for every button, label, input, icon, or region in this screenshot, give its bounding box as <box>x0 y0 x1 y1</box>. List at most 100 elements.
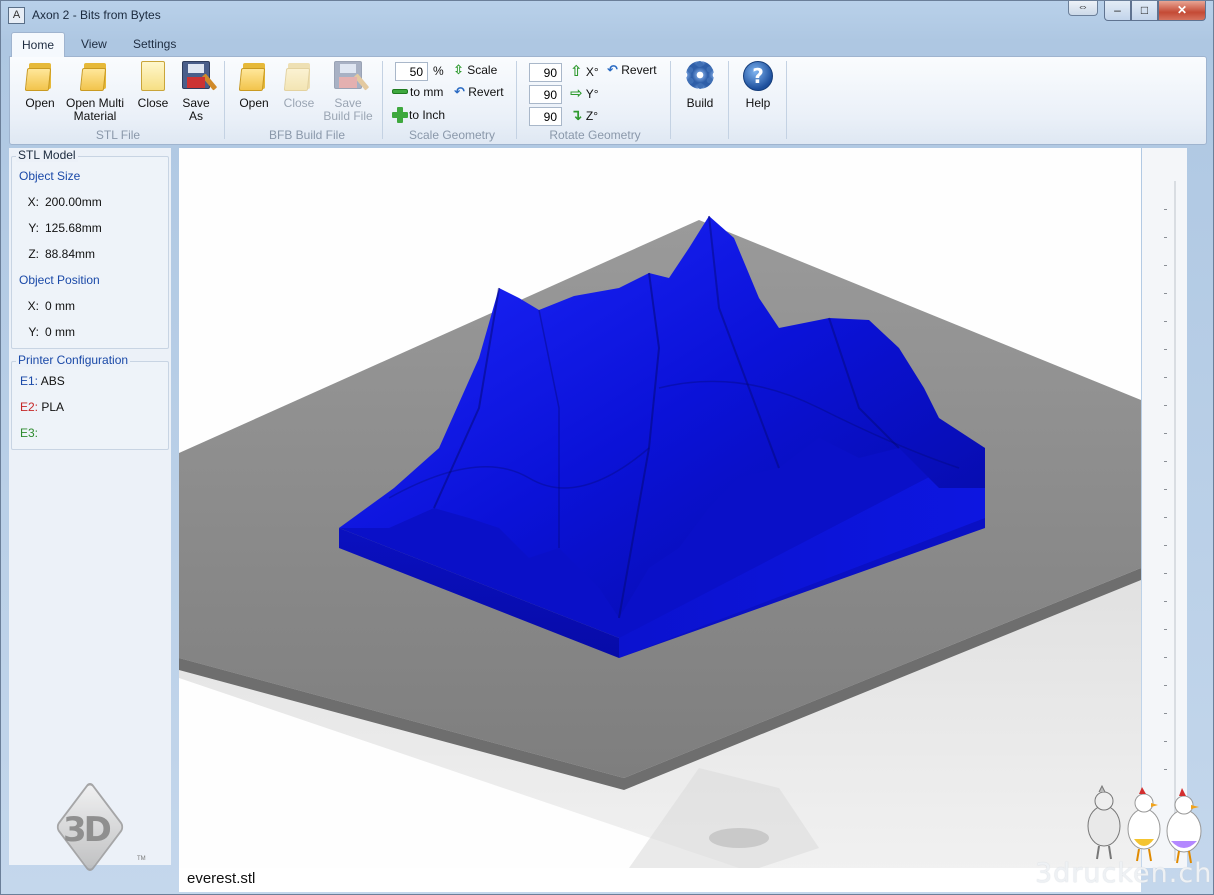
ribbon: Home View Settings Open Open Multi Mater… <box>9 32 1207 145</box>
stl-open-label: Open <box>25 96 55 110</box>
percent-sign: % <box>433 64 444 78</box>
build-label: Build <box>686 96 714 110</box>
scale-button[interactable]: ⇳ Scale <box>453 63 497 83</box>
app-logo-icon: A <box>8 7 25 24</box>
rotate-y-input[interactable] <box>529 85 562 104</box>
scene-render <box>179 215 1141 868</box>
help-label: Help <box>745 96 771 110</box>
restore-arrows-icon[interactable]: ⇔ <box>1068 1 1098 16</box>
undo-arrow-icon: ↶ <box>607 63 618 78</box>
rotate-group-label: Rotate Geometry <box>549 128 641 142</box>
app-window: A Axon 2 - Bits from Bytes ⇔ – □ ✕ Home … <box>0 0 1214 895</box>
rotate-z-input[interactable] <box>529 107 562 126</box>
rotate-revert-label: Revert <box>621 63 657 77</box>
folder-icon <box>238 61 268 91</box>
properties-panel: STL Model Object Size X: 200.00mm Y: 125.6… <box>9 148 171 874</box>
extruder-1-value: ABS <box>40 374 65 388</box>
size-x-value: 200.00mm <box>45 195 102 209</box>
help-button[interactable]: ? Help <box>736 61 780 110</box>
arrow-turn-icon: ↴ <box>570 106 583 124</box>
extruder-2-row: E2: PLA <box>20 400 65 414</box>
size-y-row: Y: 125.68mm <box>28 221 102 235</box>
to-inch-label: to Inch <box>409 108 446 122</box>
3d-systems-logo: 3D TM <box>49 780 146 874</box>
tab-home[interactable]: Home <box>11 32 66 57</box>
gears-icon <box>686 61 714 89</box>
ribbon-home-panel: Open Open Multi Material Close Save As S… <box>9 56 1207 145</box>
save-as-label-2: As <box>188 109 203 123</box>
help-icon: ? <box>743 61 773 91</box>
zoom-slider-track[interactable] <box>1142 148 1187 868</box>
chicken-mascots-image <box>1087 784 1202 864</box>
open-multi-label-2: Material <box>73 109 117 123</box>
stl-save-as-button[interactable]: Save As <box>176 61 218 123</box>
object-position-heading: Object Position <box>19 273 100 287</box>
zoom-slider-rule[interactable] <box>1174 181 1176 861</box>
pos-x-value: 0 mm <box>45 299 75 313</box>
plus-icon <box>392 107 408 123</box>
bfb-group-label: BFB Build File <box>268 128 346 142</box>
stl-model-heading: STL Model <box>16 148 78 162</box>
stl-open-button[interactable]: Open <box>18 61 62 110</box>
rotate-z-label: Z° <box>585 109 599 123</box>
status-file-name: everest.stl <box>187 870 256 887</box>
scale-percent-input[interactable] <box>395 62 428 81</box>
size-z-row: Z: 88.84mm <box>28 247 96 261</box>
floppy-disk-icon <box>334 61 370 91</box>
status-bar <box>179 868 1141 892</box>
scale-group-label: Scale Geometry <box>408 128 496 142</box>
to-mm-label: to mm <box>410 85 444 99</box>
to-mm-button[interactable]: to mm <box>392 85 443 105</box>
rotate-z-button[interactable]: ↴ Z° <box>570 106 598 126</box>
stl-close-button[interactable]: Close <box>132 61 174 110</box>
undo-arrow-icon: ↶ <box>454 85 465 100</box>
pos-y-value: 0 mm <box>45 325 75 339</box>
close-button[interactable]: ✕ <box>1158 1 1206 21</box>
scale-revert-button[interactable]: ↶ Revert <box>454 85 504 105</box>
size-x-row: X: 200.00mm <box>27 195 102 209</box>
3d-viewport[interactable] <box>179 148 1141 868</box>
stl-open-multi-material-button[interactable]: Open Multi Material <box>62 61 128 123</box>
bfb-save-build-file-button[interactable]: Save Build File <box>320 61 376 123</box>
chicken-purple-figure <box>1166 788 1202 864</box>
bfb-close-button[interactable]: Close <box>278 61 320 110</box>
to-inch-button[interactable]: to Inch <box>392 107 445 127</box>
tab-view[interactable]: View <box>71 32 117 56</box>
tab-settings[interactable]: Settings <box>123 32 186 56</box>
group-divider <box>670 61 671 139</box>
group-divider <box>728 61 729 139</box>
build-button[interactable]: Build <box>680 61 720 110</box>
printer-config-heading: Printer Configuration <box>16 353 131 367</box>
minus-icon <box>392 89 408 94</box>
object-size-heading: Object Size <box>19 169 81 183</box>
chicken-yellow-figure <box>1127 787 1161 862</box>
rotate-x-label: X° <box>585 65 599 79</box>
floppy-disk-icon <box>182 61 218 91</box>
group-divider <box>224 61 225 139</box>
bfb-open-label: Open <box>239 96 269 110</box>
bfb-close-label: Close <box>283 96 315 110</box>
pos-x-row: X: 0 mm <box>27 299 75 313</box>
pos-y-row: Y: 0 mm <box>28 325 75 339</box>
folder-icon <box>283 61 313 91</box>
rotate-revert-button[interactable]: ↶ Revert <box>607 63 657 83</box>
scale-revert-label: Revert <box>468 85 504 99</box>
group-divider <box>516 61 517 139</box>
arrow-up-icon: ⇧ <box>570 62 583 80</box>
rotate-y-label: Y° <box>585 87 599 101</box>
group-divider <box>382 61 383 139</box>
rotate-y-button[interactable]: ⇨ Y° <box>570 84 599 104</box>
size-y-value: 125.68mm <box>45 221 102 235</box>
maximize-button[interactable]: □ <box>1131 1 1158 21</box>
rotate-x-button[interactable]: ⇧ X° <box>570 62 599 82</box>
bfb-open-button[interactable]: Open <box>232 61 276 110</box>
document-icon <box>141 61 165 91</box>
save-build-label-2: Build File <box>323 109 373 123</box>
minimize-button[interactable]: – <box>1104 1 1131 21</box>
watermark-text: 3drucken.ch <box>1035 858 1213 889</box>
folder-icon <box>24 61 54 91</box>
title-bar: A Axon 2 - Bits from Bytes ⇔ – □ ✕ <box>1 1 1213 31</box>
scale-arrows-icon: ⇳ <box>453 63 464 78</box>
rotate-x-input[interactable] <box>529 63 562 82</box>
extruder-2-value: PLA <box>41 400 65 414</box>
